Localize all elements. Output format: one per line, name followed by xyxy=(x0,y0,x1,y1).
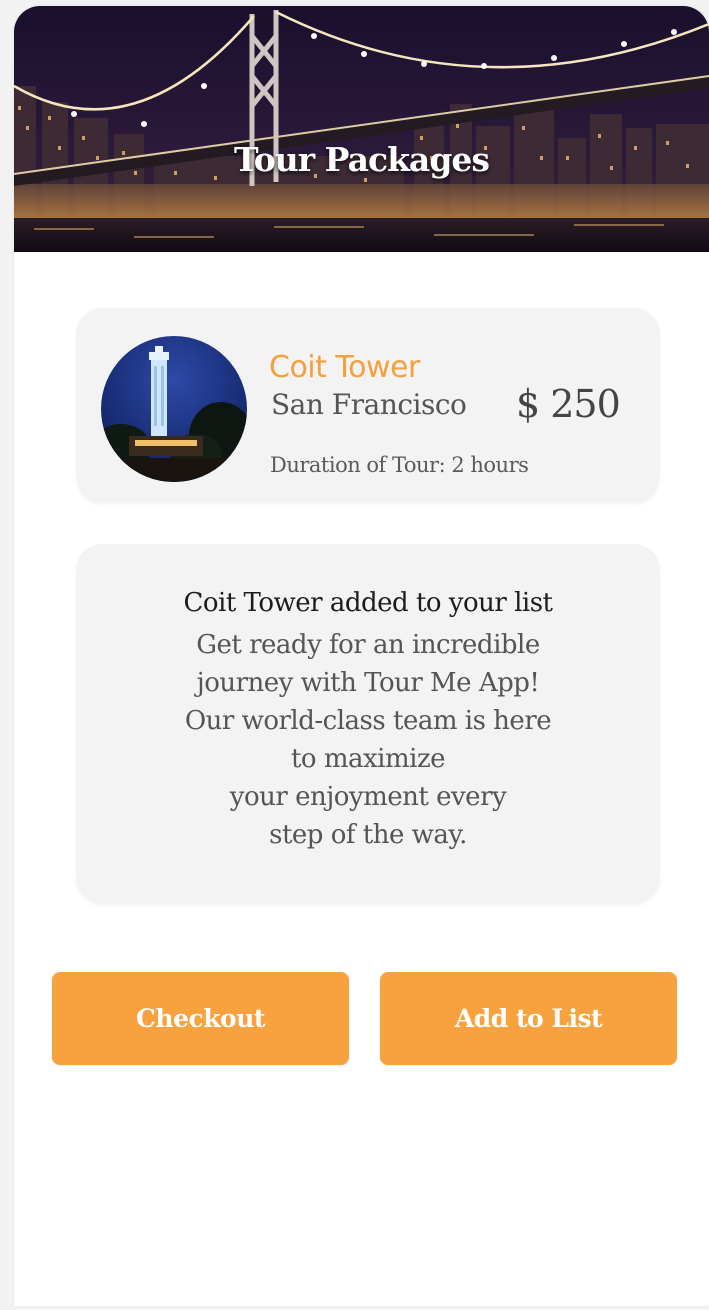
city-bridge-night-image xyxy=(14,6,709,252)
confirmation-line: Get ready for an incredible xyxy=(196,630,540,660)
confirmation-line: to maximize xyxy=(290,744,446,774)
page-title: Tour Packages xyxy=(234,140,490,179)
header-banner: Tour Packages xyxy=(14,6,709,252)
tour-duration: Duration of Tour: 2 hours xyxy=(270,453,529,477)
confirmation-body: Get ready for an incredible journey with… xyxy=(76,626,660,854)
confirmation-title: Coit Tower added to your list xyxy=(183,588,553,618)
confirmation-message-card: Coit Tower added to your list Get ready … xyxy=(76,544,660,904)
tour-price: $ 250 xyxy=(516,382,621,426)
tour-city: San Francisco xyxy=(271,388,467,421)
tour-image xyxy=(101,336,247,482)
confirmation-line: journey with Tour Me App! xyxy=(196,668,540,698)
tour-package-card[interactable]: Coit Tower San Francisco $ 250 Duration … xyxy=(76,308,660,503)
confirmation-line: step of the way. xyxy=(269,820,467,850)
confirmation-line: your enjoyment every xyxy=(229,782,507,812)
app-screen: Tour Packages Coit Tower San Francisco $… xyxy=(14,6,709,1306)
tour-name: Coit Tower xyxy=(269,350,420,385)
add-to-list-button[interactable]: Add to List xyxy=(380,972,677,1065)
checkout-button[interactable]: Checkout xyxy=(52,972,349,1065)
confirmation-line: Our world-class team is here xyxy=(184,706,552,736)
coit-tower-night-image xyxy=(101,336,247,482)
